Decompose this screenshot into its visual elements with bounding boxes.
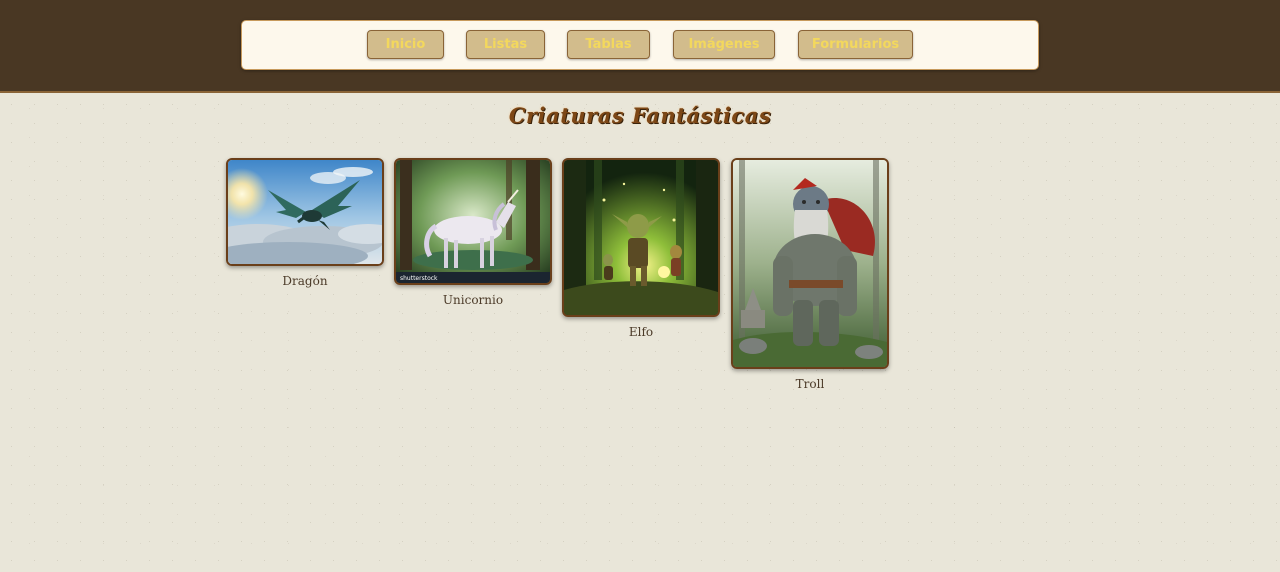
nav-button-inicio[interactable]: Inicio <box>367 30 444 59</box>
elf-image[interactable] <box>562 158 720 317</box>
nav-button-formularios[interactable]: Formularios <box>798 30 913 59</box>
nav-button-imagenes[interactable]: Imágenes <box>673 30 775 59</box>
nav-button-tablas[interactable]: Tablas <box>567 30 650 59</box>
nav-button-listas[interactable]: Listas <box>466 30 545 59</box>
troll-image[interactable] <box>731 158 889 369</box>
gallery-caption: Unicornio <box>442 293 504 307</box>
gallery-caption: Troll <box>795 377 825 391</box>
page-title: Criaturas Fantásticas <box>508 103 772 128</box>
watermark-text: shutterstock <box>400 275 438 282</box>
gallery-caption: Dragón <box>282 274 328 288</box>
unicorn-image[interactable]: shutterstock <box>394 158 552 285</box>
site-header: Inicio Listas Tablas Imágenes Formulario… <box>0 0 1280 93</box>
dragon-image[interactable] <box>226 158 384 266</box>
main-nav: Inicio Listas Tablas Imágenes Formulario… <box>241 20 1039 70</box>
gallery-caption: Elfo <box>628 325 654 339</box>
